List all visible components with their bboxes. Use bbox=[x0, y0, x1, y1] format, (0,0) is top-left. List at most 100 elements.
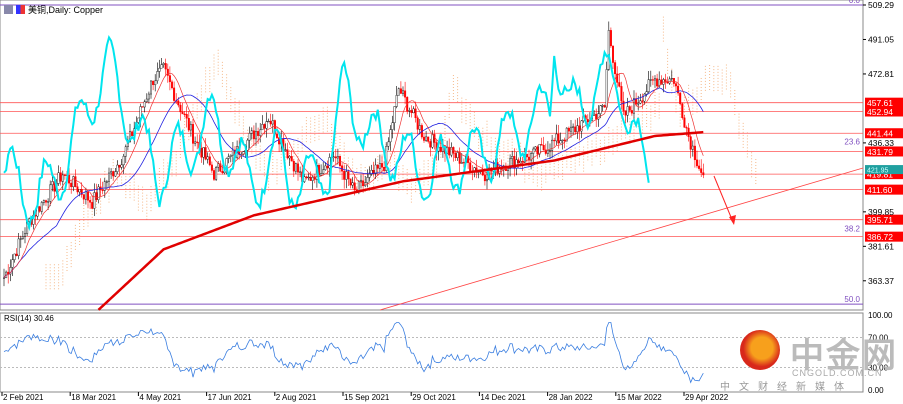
candle bbox=[393, 106, 396, 123]
candle bbox=[42, 200, 45, 203]
candle bbox=[158, 67, 161, 72]
candle bbox=[252, 130, 255, 140]
candle bbox=[185, 114, 188, 119]
candle bbox=[332, 156, 335, 158]
candle bbox=[519, 161, 522, 164]
date-axis-label: 15 Mar 2022 bbox=[617, 393, 662, 402]
fibo-label: 0.0 bbox=[849, 0, 861, 5]
candle bbox=[454, 153, 457, 158]
cngold-logo-icon bbox=[740, 330, 780, 370]
candle bbox=[181, 111, 184, 115]
candle bbox=[404, 90, 407, 98]
candle bbox=[215, 167, 218, 180]
candle bbox=[462, 162, 465, 164]
candle bbox=[76, 186, 79, 193]
candle bbox=[74, 176, 77, 187]
candle bbox=[110, 171, 113, 174]
candle bbox=[122, 155, 125, 166]
candle bbox=[288, 156, 291, 159]
candle bbox=[191, 124, 194, 144]
candle bbox=[567, 127, 570, 132]
candle bbox=[141, 106, 144, 108]
chart-window[interactable]: 457.61 452.94 441.44 431.79 419.81 411.60 395.… bbox=[0, 0, 903, 404]
candle bbox=[309, 176, 312, 181]
candle bbox=[210, 164, 213, 171]
candle bbox=[414, 108, 417, 119]
candle bbox=[681, 103, 684, 119]
candle bbox=[95, 192, 98, 200]
candle bbox=[339, 156, 342, 166]
candle bbox=[297, 163, 300, 173]
candle bbox=[49, 184, 52, 202]
candle bbox=[265, 121, 268, 129]
candle bbox=[639, 100, 642, 104]
candle bbox=[345, 171, 348, 180]
chart-title: 美铜,Daily: Copper bbox=[4, 3, 103, 16]
price-axis-label: 363.37 bbox=[868, 276, 894, 286]
candle bbox=[612, 45, 615, 63]
candle bbox=[702, 172, 705, 176]
candle bbox=[59, 172, 62, 182]
candle bbox=[179, 104, 182, 113]
candle bbox=[13, 253, 16, 260]
candle bbox=[320, 173, 323, 176]
candle bbox=[19, 238, 22, 240]
candle bbox=[595, 113, 598, 120]
price-tag-label: 431.79 bbox=[867, 147, 893, 157]
candle bbox=[700, 168, 703, 173]
candle bbox=[559, 140, 562, 144]
candle bbox=[368, 173, 371, 178]
price-tag-label: 411.60 bbox=[867, 185, 893, 195]
candle bbox=[572, 126, 575, 128]
candle bbox=[118, 164, 121, 168]
candle bbox=[633, 98, 636, 114]
candle bbox=[576, 125, 579, 133]
candle bbox=[607, 30, 610, 70]
candle bbox=[259, 129, 262, 136]
candle bbox=[601, 105, 604, 107]
candle bbox=[626, 106, 629, 116]
candle bbox=[120, 164, 123, 168]
candle bbox=[170, 81, 173, 89]
candle bbox=[431, 134, 434, 148]
candle bbox=[425, 136, 428, 141]
candle bbox=[227, 156, 230, 159]
candle bbox=[540, 144, 543, 146]
candle bbox=[45, 200, 48, 203]
candle bbox=[637, 103, 640, 105]
candle bbox=[670, 78, 673, 80]
candle bbox=[397, 88, 400, 96]
candle bbox=[248, 133, 251, 141]
candle bbox=[654, 78, 657, 81]
candle bbox=[410, 110, 413, 114]
candle bbox=[542, 145, 545, 151]
candle bbox=[351, 182, 354, 186]
candle bbox=[168, 75, 171, 83]
candle bbox=[271, 120, 274, 125]
candle bbox=[649, 79, 652, 81]
candle bbox=[221, 171, 224, 174]
price-axis-label: 381.61 bbox=[868, 241, 894, 251]
date-axis-label: 17 Jun 2021 bbox=[208, 393, 253, 402]
candle bbox=[511, 156, 514, 160]
candle bbox=[324, 165, 327, 170]
candle bbox=[389, 129, 392, 143]
candle bbox=[689, 136, 692, 150]
candle bbox=[614, 62, 617, 75]
candle bbox=[534, 146, 537, 150]
candle bbox=[532, 148, 535, 154]
candle bbox=[357, 181, 360, 192]
candle bbox=[78, 189, 81, 193]
candle bbox=[11, 259, 14, 268]
candle bbox=[254, 131, 257, 140]
watermark-sub: 中文财经新媒体 bbox=[720, 382, 853, 393]
candle bbox=[187, 117, 190, 131]
candle bbox=[149, 80, 152, 95]
candle bbox=[517, 159, 520, 164]
candle bbox=[349, 178, 352, 186]
candle bbox=[47, 201, 50, 203]
candle bbox=[563, 139, 566, 142]
candle bbox=[427, 136, 430, 142]
candle bbox=[326, 165, 329, 169]
candle bbox=[536, 146, 539, 155]
